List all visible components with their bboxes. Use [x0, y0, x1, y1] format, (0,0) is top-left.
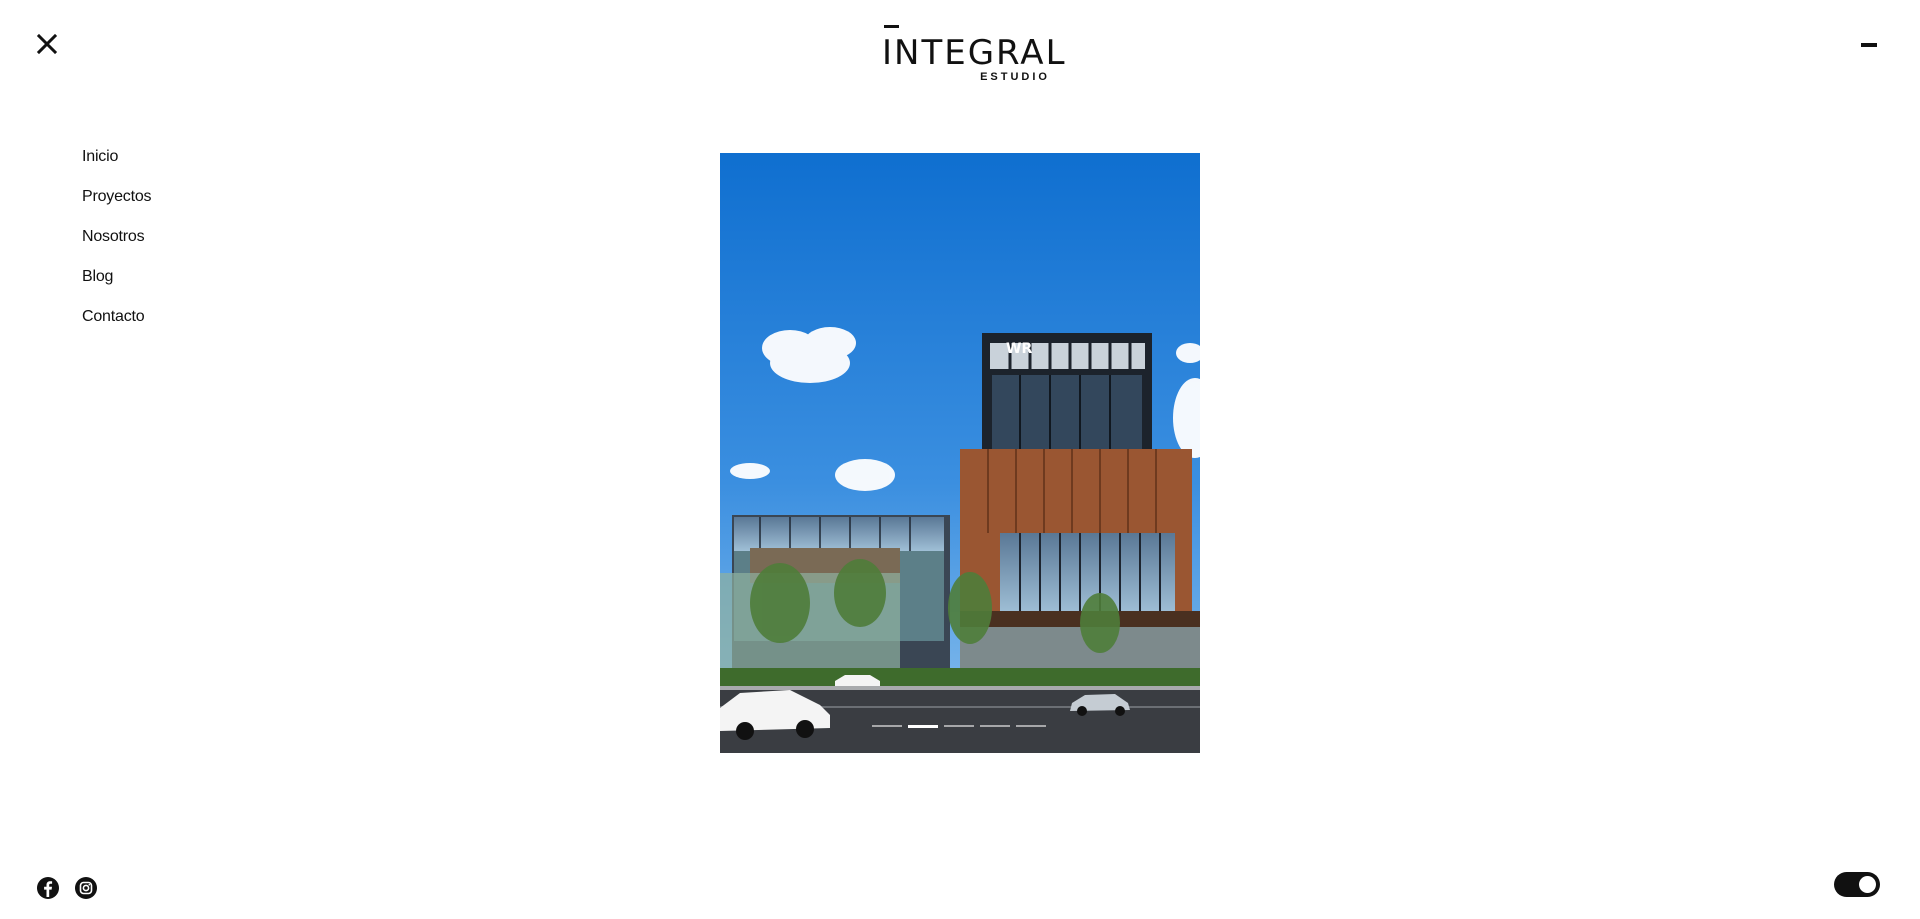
logo-accent-bar: [884, 25, 899, 28]
nav-item-inicio[interactable]: Inicio: [82, 137, 151, 177]
nav-item-nosotros[interactable]: Nosotros: [82, 217, 151, 257]
slider-pagination: [872, 724, 1046, 728]
nav-item-blog[interactable]: Blog: [82, 257, 151, 297]
close-icon: [36, 33, 58, 55]
slide-dot-5[interactable]: [1016, 725, 1046, 727]
logo[interactable]: INTEGRAL ESTUDIO: [882, 25, 1065, 85]
toggle-knob: [1859, 876, 1876, 893]
logo-wordmark: INTEGRAL: [882, 33, 1067, 73]
nav-item-proyectos[interactable]: Proyectos: [82, 177, 152, 217]
slide-dot-1[interactable]: [872, 725, 902, 727]
nav-item-contacto[interactable]: Contacto: [82, 297, 151, 337]
project-image-slider[interactable]: WR: [720, 153, 1200, 753]
toggle-switch[interactable]: [1834, 872, 1880, 897]
instagram-icon[interactable]: [74, 876, 98, 900]
logo-subtitle: ESTUDIO: [980, 71, 1050, 83]
slide-dot-4[interactable]: [980, 725, 1010, 727]
social-links: [36, 876, 98, 900]
facebook-icon[interactable]: [36, 876, 60, 900]
main-nav: Inicio Proyectos Nosotros Blog Contacto: [82, 137, 152, 337]
close-menu-button[interactable]: [36, 33, 58, 55]
minus-icon[interactable]: [1861, 43, 1877, 47]
building-sign: WR: [1006, 341, 1032, 357]
slide-dot-3[interactable]: [944, 725, 974, 727]
slide-dot-2[interactable]: [908, 724, 938, 728]
building-rendering-image: WR: [720, 153, 1200, 753]
